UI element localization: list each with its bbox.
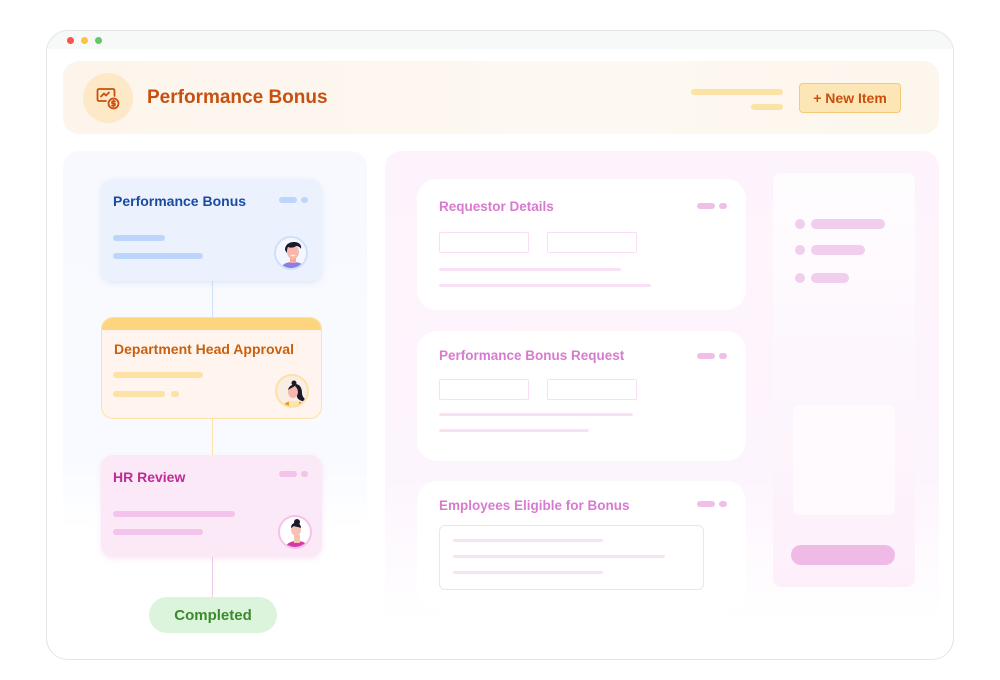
status-indicator <box>301 471 308 477</box>
workflow-step-hr-review[interactable]: HR Review <box>101 455 322 557</box>
form-field[interactable] <box>439 232 529 253</box>
placeholder-line <box>439 284 651 287</box>
bullet-icon <box>795 273 805 283</box>
side-content-area <box>793 405 895 515</box>
workflow-step-performance-bonus[interactable]: Performance Bonus <box>101 179 322 281</box>
placeholder-line <box>113 235 165 241</box>
form-field[interactable] <box>439 379 529 400</box>
status-indicator <box>279 471 297 477</box>
form-field[interactable] <box>547 379 637 400</box>
status-indicator <box>301 197 308 203</box>
completed-status-badge: Completed <box>149 597 277 633</box>
section-title: Employees Eligible for Bonus <box>439 498 630 513</box>
section-title: Requestor Details <box>439 199 554 214</box>
close-window-button[interactable] <box>67 37 74 44</box>
form-section-performance-bonus-request: Performance Bonus Request <box>417 331 746 461</box>
placeholder-line <box>113 253 203 259</box>
placeholder-line <box>113 372 203 378</box>
section-menu-indicator[interactable] <box>697 501 715 507</box>
placeholder-line <box>439 413 633 416</box>
section-menu-indicator[interactable] <box>697 203 715 209</box>
placeholder-line <box>113 529 203 535</box>
flow-connector <box>212 281 213 317</box>
maximize-window-button[interactable] <box>95 37 102 44</box>
placeholder-line <box>691 89 783 95</box>
placeholder-line <box>113 511 235 517</box>
bullet-icon <box>795 219 805 229</box>
placeholder-line <box>811 245 865 255</box>
section-title: Performance Bonus Request <box>439 348 625 363</box>
placeholder-line <box>171 391 179 397</box>
minimize-window-button[interactable] <box>81 37 88 44</box>
person-avatar <box>275 374 309 408</box>
form-section-employees-eligible: Employees Eligible for Bonus <box>417 481 746 611</box>
title-bar <box>47 31 953 49</box>
placeholder-line <box>453 571 603 574</box>
employee-table[interactable] <box>439 525 704 590</box>
placeholder-line <box>439 429 589 432</box>
person-avatar <box>278 515 312 549</box>
form-field[interactable] <box>547 232 637 253</box>
section-menu-indicator[interactable] <box>697 353 715 359</box>
step-title: Department Head Approval <box>114 341 294 357</box>
section-menu-indicator[interactable] <box>719 203 727 209</box>
bullet-icon <box>795 245 805 255</box>
side-summary-panel <box>773 173 915 587</box>
step-accent-bar <box>102 318 321 330</box>
page-header: Performance Bonus + New Item <box>63 61 939 134</box>
form-section-requestor-details: Requestor Details <box>417 179 746 310</box>
person-avatar <box>274 236 308 270</box>
status-indicator <box>279 197 297 203</box>
section-menu-indicator[interactable] <box>719 353 727 359</box>
placeholder-line <box>439 268 621 271</box>
step-title: HR Review <box>113 469 186 485</box>
placeholder-line <box>751 104 783 110</box>
app-window: Performance Bonus + New Item Performance… <box>46 30 954 660</box>
placeholder-line <box>453 555 665 558</box>
placeholder-line <box>811 273 849 283</box>
new-item-button[interactable]: + New Item <box>799 83 901 113</box>
section-menu-indicator[interactable] <box>719 501 727 507</box>
step-title: Performance Bonus <box>113 193 247 209</box>
side-action-button[interactable] <box>791 545 895 565</box>
chart-dollar-icon <box>83 73 133 123</box>
placeholder-line <box>113 391 165 397</box>
workflow-step-department-head-approval[interactable]: Department Head Approval <box>101 317 322 419</box>
placeholder-line <box>811 219 885 229</box>
page-title: Performance Bonus <box>147 87 328 108</box>
flow-connector <box>212 419 213 455</box>
flow-connector <box>212 557 213 597</box>
placeholder-line <box>453 539 603 542</box>
